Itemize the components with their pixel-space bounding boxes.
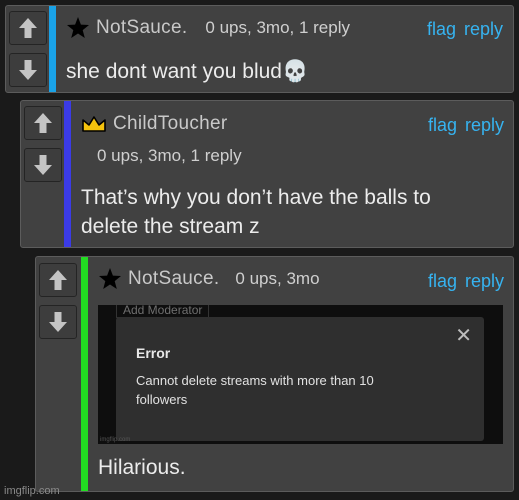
flag-link[interactable]: flag — [428, 115, 457, 136]
thread-depth-bar — [49, 6, 56, 92]
flag-link[interactable]: flag — [428, 271, 457, 292]
imgflip-watermark: imgflip.com — [4, 485, 60, 497]
comment-text-line: delete the stream z — [81, 215, 260, 238]
comment-text-line: That’s why you don’t have the balls to — [81, 186, 431, 209]
embedded-screenshot[interactable]: Add Moderator ✕ Error Cannot delete stre… — [98, 305, 503, 444]
up-arrow-icon — [49, 270, 67, 290]
downvote-button[interactable] — [24, 148, 62, 182]
thread-depth-bar — [64, 101, 71, 247]
comment-meta: 0 ups, 3mo, 1 reply — [205, 18, 350, 37]
error-dialog: ✕ Error Cannot delete streams with more … — [116, 317, 484, 441]
down-arrow-icon — [34, 155, 52, 175]
vote-controls — [6, 6, 50, 92]
comment-1: NotSauce. 0 ups, 3mo, 1 reply flag reply… — [5, 5, 514, 93]
crown-badge-icon — [82, 116, 106, 132]
upvote-button[interactable] — [24, 106, 62, 140]
down-arrow-icon — [49, 312, 67, 332]
username-link[interactable]: ChildToucher — [113, 113, 228, 135]
star-badge-icon — [67, 17, 89, 38]
username-link[interactable]: NotSauce. — [96, 17, 187, 39]
dialog-message: Cannot delete streams with more than 10 … — [136, 373, 374, 407]
vote-controls — [21, 101, 65, 247]
upvote-button[interactable] — [39, 263, 77, 297]
dialog-title: Error — [136, 345, 171, 361]
upvote-button[interactable] — [9, 11, 47, 45]
comment-meta: 0 ups, 3mo — [235, 269, 320, 288]
comment-meta: 0 ups, 3mo, 1 reply — [97, 146, 242, 165]
comment-text: That’s why you don’t have the balls to d… — [81, 183, 431, 241]
reply-link[interactable]: reply — [464, 19, 503, 40]
username-link[interactable]: NotSauce. — [128, 268, 219, 290]
comment-text: she dont want you blud💀 — [66, 60, 309, 83]
reply-link[interactable]: reply — [465, 271, 504, 292]
comment-text: Hilarious. — [98, 456, 186, 479]
vote-controls — [36, 257, 80, 491]
comment-2: ChildToucher flag reply 0 ups, 3mo, 1 re… — [20, 100, 514, 248]
up-arrow-icon — [19, 18, 37, 38]
downvote-button[interactable] — [39, 305, 77, 339]
embedded-watermark: imgflip.com — [100, 437, 131, 443]
star-badge-icon — [99, 268, 121, 289]
up-arrow-icon — [34, 113, 52, 133]
close-icon: ✕ — [455, 325, 472, 347]
reply-link[interactable]: reply — [465, 115, 504, 136]
flag-link[interactable]: flag — [427, 19, 456, 40]
downvote-button[interactable] — [9, 53, 47, 87]
down-arrow-icon — [19, 60, 37, 80]
thread-depth-bar — [81, 257, 88, 491]
